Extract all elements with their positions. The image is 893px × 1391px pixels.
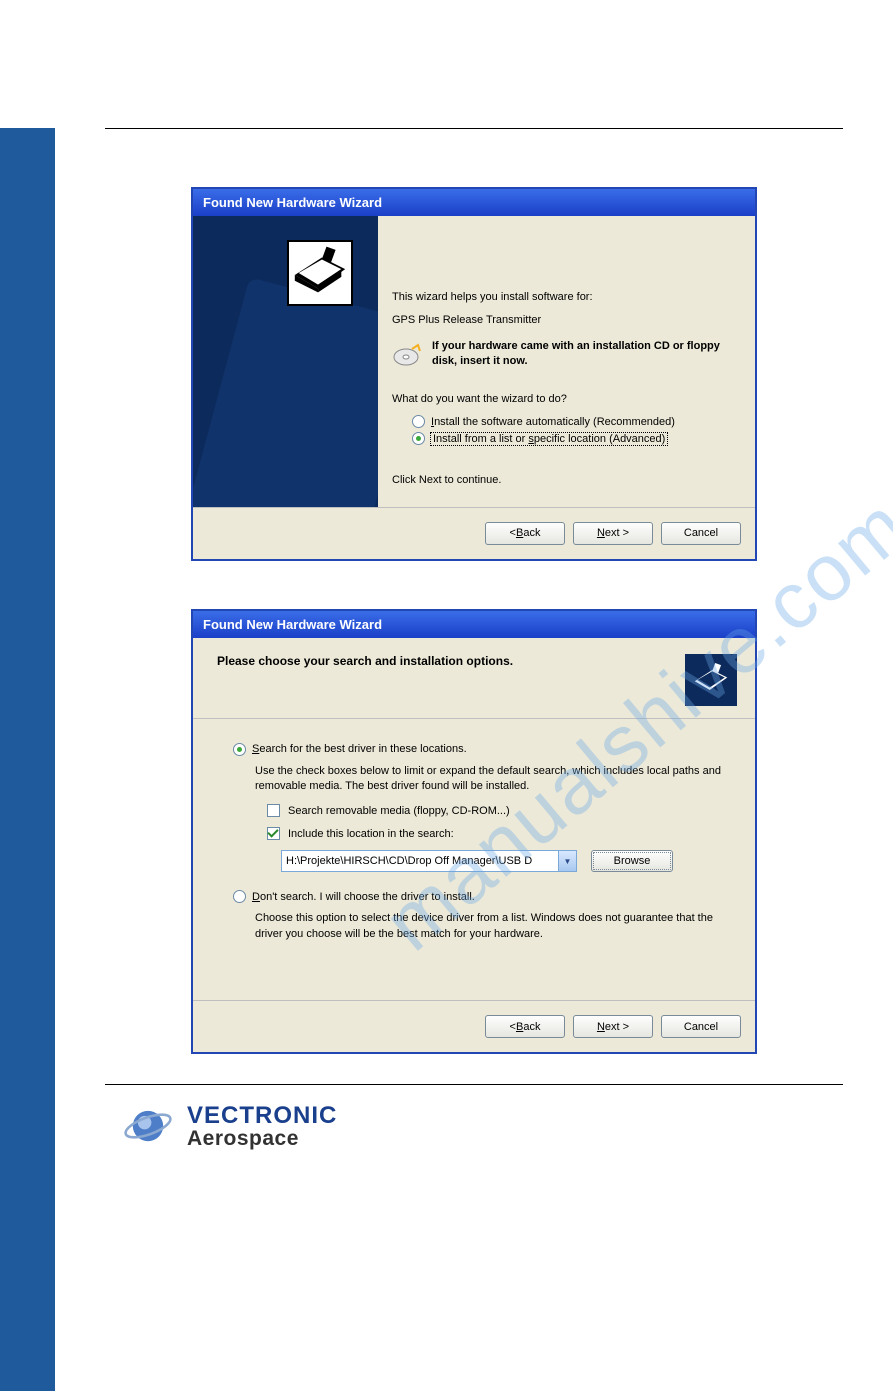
radio-search-label: Search for the best driver in these loca… [252,743,467,755]
page-content: Found New Hardware Wizard This wizard he… [55,128,893,1153]
dontsearch-sub: Choose this option to select the device … [255,911,735,942]
click-next-text: Click Next to continue. [392,473,741,488]
radio-auto[interactable] [412,415,425,428]
radio-auto-row[interactable]: Install the software automatically (Reco… [412,415,741,428]
path-row: H:\Projekte\HIRSCH\CD\Drop Off Manager\U… [281,850,735,872]
footer-logo: VECTRONIC Aerospace [121,1099,843,1153]
radio-dontsearch-row[interactable]: Don't search. I will choose the driver t… [233,890,735,903]
logo-line1: VECTRONIC [187,1104,337,1128]
wizard-dialog-1: Found New Hardware Wizard This wizard he… [191,187,757,561]
cancel-button-2[interactable]: Cancel [661,1015,741,1038]
radio-auto-label: Install the software automatically (Reco… [431,416,675,428]
radio-advanced-row[interactable]: Install from a list or specific location… [412,432,741,445]
wizard1-sidebar [193,216,378,507]
next-button-1[interactable]: Next > [573,522,653,545]
cd-text: If your hardware came with an installati… [432,339,741,374]
divider-bottom [105,1084,843,1085]
device-name: GPS Plus Release Transmitter [392,313,741,328]
logo-text: VECTRONIC Aerospace [187,1104,337,1149]
titlebar-2: Found New Hardware Wizard [193,611,755,638]
search-sub: Use the check boxes below to limit or ex… [255,764,735,795]
back-button-1[interactable]: < Back [485,522,565,545]
wizard2-header: Please choose your search and installati… [193,638,755,719]
wizard1-intro: This wizard helps you install software f… [392,290,741,305]
cd-hint: If your hardware came with an installati… [392,339,741,374]
path-value: H:\Projekte\HIRSCH\CD\Drop Off Manager\U… [286,855,532,867]
chk-removable-row[interactable]: Search removable media (floppy, CD-ROM..… [267,804,735,817]
chk-removable[interactable] [267,804,280,817]
wizard1-content: This wizard helps you install software f… [378,216,755,507]
radio-search[interactable] [233,743,246,756]
sidebar-deco [193,277,378,506]
wizard2-buttons: < Back Next > Cancel [193,1000,755,1052]
wizard1-buttons: < Back Next > Cancel [193,507,755,559]
back-button-2[interactable]: < Back [485,1015,565,1038]
radio-advanced-label: Install from a list or specific location… [431,433,667,445]
chk-include-row[interactable]: Include this location in the search: [267,827,735,840]
dropdown-arrow-icon[interactable]: ▼ [558,851,576,871]
wizard1-question: What do you want the wizard to do? [392,392,741,407]
search-group: Search for the best driver in these loca… [233,743,735,873]
dontsearch-group: Don't search. I will choose the driver t… [233,890,735,942]
wizard-dialog-2: Found New Hardware Wizard Please choose … [191,609,757,1055]
logo-globe-icon [121,1099,175,1153]
cancel-button-1[interactable]: Cancel [661,522,741,545]
browse-button[interactable]: Browse [591,850,673,872]
radio-advanced[interactable] [412,432,425,445]
titlebar-1: Found New Hardware Wizard [193,189,755,216]
divider-top [105,128,843,129]
next-button-2[interactable]: Next > [573,1015,653,1038]
left-stripe [0,128,55,1391]
chk-removable-label: Search removable media (floppy, CD-ROM..… [288,805,510,817]
wizard2-heading: Please choose your search and installati… [217,654,513,668]
wizard2-body: Search for the best driver in these loca… [193,719,755,1001]
logo-line2: Aerospace [187,1128,337,1149]
radio-dontsearch-label: Don't search. I will choose the driver t… [252,891,475,903]
radio-dontsearch[interactable] [233,890,246,903]
wizard1-body: This wizard helps you install software f… [193,216,755,507]
hardware-icon-small [685,654,737,706]
cd-icon [392,339,424,374]
chk-include-label: Include this location in the search: [288,828,454,840]
chk-include[interactable] [267,827,280,840]
radio-search-row[interactable]: Search for the best driver in these loca… [233,743,735,756]
path-combo[interactable]: H:\Projekte\HIRSCH\CD\Drop Off Manager\U… [281,850,577,872]
hardware-icon [287,240,353,306]
